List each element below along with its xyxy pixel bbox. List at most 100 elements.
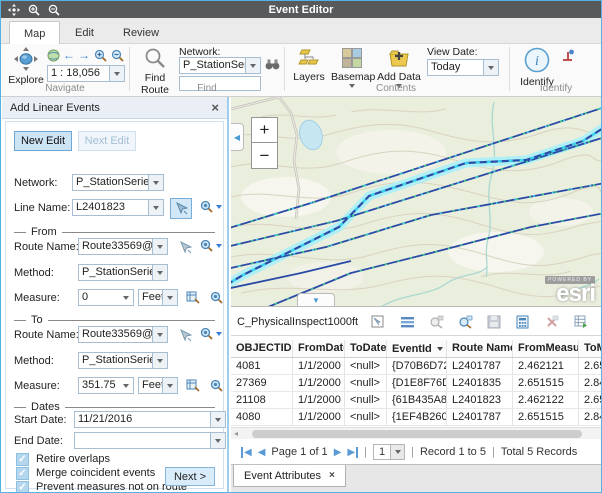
zoom-options-caret[interactable] (216, 205, 222, 209)
map-scale-dropdown[interactable] (109, 66, 124, 81)
basemap-button[interactable]: Basemap (331, 48, 373, 88)
table-row[interactable]: 27369 1/1/2000 <null> {D1E8F76D-F L24018… (231, 375, 602, 392)
view-date-combo[interactable]: Today (427, 59, 499, 76)
binoculars-icon[interactable] (265, 58, 280, 71)
network-combo[interactable]: P_StationSeries (179, 57, 261, 74)
table-row[interactable]: 4081 1/1/2000 <null> {D70B6D72-3 L240178… (231, 358, 602, 375)
to-method-combo[interactable]: P_StationSeries (78, 352, 168, 369)
from-method-combo[interactable]: P_StationSeries (78, 264, 168, 281)
ribbon-zoom-out-icon[interactable] (111, 49, 124, 62)
line-name-combo[interactable]: L2401823 (72, 199, 164, 216)
from-unit-combo[interactable]: Feet (138, 289, 178, 306)
zoom-to-from-route-button[interactable] (200, 239, 222, 252)
next-extent-icon[interactable]: → (78, 48, 90, 62)
zoom-to-line-button[interactable] (200, 200, 222, 213)
previous-extent-icon[interactable]: ← (63, 48, 75, 62)
zoom-options-caret[interactable] (216, 244, 222, 248)
next-button[interactable]: Next > (165, 467, 215, 486)
start-date-combo[interactable]: 11/21/2016 (74, 411, 226, 428)
panel-network-dropdown[interactable] (148, 175, 163, 190)
map-view[interactable]: + − ◀ ▼ POWERED BY esri (231, 97, 602, 307)
scrollbar-thumb[interactable] (252, 430, 582, 438)
page-number-combo[interactable]: 1 (373, 444, 405, 460)
checkbox-checked-icon[interactable]: ✓ (16, 467, 29, 480)
select-to-route-button[interactable] (174, 325, 196, 346)
panel-network-combo[interactable]: P_StationSeries (72, 174, 164, 191)
map-scale-combo[interactable]: 1 : 18,056 (47, 65, 125, 82)
tab-close-icon[interactable]: × (329, 470, 335, 481)
pick-measure-icon[interactable] (186, 291, 200, 304)
zoom-to-from-measure-icon[interactable] (210, 291, 223, 304)
tab-review[interactable]: Review (109, 22, 173, 44)
from-route-name-combo[interactable]: Route33569@Cent (78, 238, 168, 255)
add-data-button[interactable]: Add Data (377, 48, 421, 88)
identify-button[interactable]: i Identify (517, 47, 557, 88)
from-measure-combo[interactable]: 0 (78, 289, 134, 306)
end-date-dropdown[interactable] (210, 433, 225, 448)
last-page-button[interactable]: ▶ (347, 447, 358, 458)
network-dropdown[interactable] (245, 58, 260, 73)
from-route-name-dropdown[interactable] (152, 239, 167, 254)
to-measure-combo[interactable]: 351.75 (78, 377, 134, 394)
explore-button[interactable]: Explore (7, 47, 45, 86)
column-header[interactable]: ToDate (345, 340, 387, 357)
from-unit-dropdown[interactable] (162, 290, 177, 305)
from-measure-dropdown[interactable] (118, 290, 133, 305)
ribbon-zoom-in-icon[interactable] (94, 49, 107, 62)
zoom-options-caret[interactable] (216, 332, 222, 336)
line-name-dropdown[interactable] (148, 200, 163, 215)
show-records-icon[interactable] (400, 315, 416, 329)
map-zoom-in-button[interactable]: + (251, 117, 278, 143)
column-header[interactable]: OBJECTID (231, 340, 293, 357)
to-unit-combo[interactable]: Feet (138, 377, 178, 394)
line-name-value: L2401823 (73, 200, 148, 215)
identify-route-icon[interactable] (561, 49, 575, 63)
tab-event-attributes[interactable]: Event Attributes × (233, 465, 346, 487)
tab-map[interactable]: Map (9, 21, 60, 45)
column-header[interactable]: FromDate (293, 340, 345, 357)
new-edit-button[interactable]: New Edit (14, 131, 72, 151)
table-row[interactable]: 4080 1/1/2000 <null> {1EF4B260-F0 L24017… (231, 409, 602, 426)
calculator-icon[interactable] (516, 315, 532, 329)
scroll-left-icon[interactable]: ◂ (234, 429, 238, 438)
previous-page-button[interactable]: ◀ (258, 447, 266, 458)
from-method-dropdown[interactable] (152, 265, 167, 280)
horizontal-scrollbar[interactable]: ◂ (231, 427, 602, 439)
zoom-to-to-measure-icon[interactable] (210, 379, 223, 392)
zoom-to-to-route-button[interactable] (200, 327, 222, 340)
to-unit-dropdown[interactable] (162, 378, 177, 393)
view-date-dropdown[interactable] (483, 60, 498, 75)
to-route-name-dropdown[interactable] (152, 327, 167, 342)
layers-button[interactable]: Layers (291, 48, 327, 83)
checkbox-checked-icon[interactable]: ✓ (16, 481, 29, 493)
first-page-button[interactable]: ◀ (241, 447, 252, 458)
collapse-table-button[interactable]: ▼ (297, 293, 335, 306)
tab-edit[interactable]: Edit (61, 22, 108, 44)
merge-coincident-option[interactable]: ✓ Merge coincident events (16, 466, 155, 480)
add-table-icon[interactable] (574, 315, 590, 329)
to-route-name-combo[interactable]: Route33569@Cent (78, 326, 168, 343)
column-header[interactable]: ToMea (579, 340, 602, 357)
column-header[interactable]: FromMeasure (513, 340, 579, 357)
page-number-dropdown[interactable] (390, 445, 404, 459)
next-page-button[interactable]: ▶ (334, 447, 342, 458)
panel-close-icon[interactable]: × (211, 100, 219, 115)
end-date-combo[interactable] (74, 432, 226, 449)
prevent-measures-option[interactable]: ✓ Prevent measures not on route (16, 480, 187, 493)
zoom-to-selected-icon[interactable] (458, 315, 474, 329)
column-header[interactable]: Route Name (447, 340, 513, 357)
map-zoom-out-button[interactable]: − (251, 143, 278, 169)
collapse-panel-left-button[interactable]: ◀ (231, 123, 244, 151)
full-extent-icon[interactable] (47, 49, 60, 62)
column-header-sorted[interactable]: EventId (387, 340, 447, 357)
select-from-route-button[interactable] (174, 237, 196, 258)
checkbox-checked-icon[interactable]: ✓ (16, 453, 29, 466)
pick-measure-icon[interactable] (186, 379, 200, 392)
start-date-dropdown[interactable] (210, 412, 225, 427)
selection-options-icon[interactable] (371, 315, 387, 329)
select-line-on-map-button[interactable] (170, 198, 192, 219)
to-method-dropdown[interactable] (152, 353, 167, 368)
table-row[interactable]: 21108 1/1/2000 <null> {61B435A8-3 L24018… (231, 392, 602, 409)
retire-overlaps-option[interactable]: ✓ Retire overlaps (16, 452, 110, 466)
to-measure-dropdown[interactable] (118, 378, 133, 393)
